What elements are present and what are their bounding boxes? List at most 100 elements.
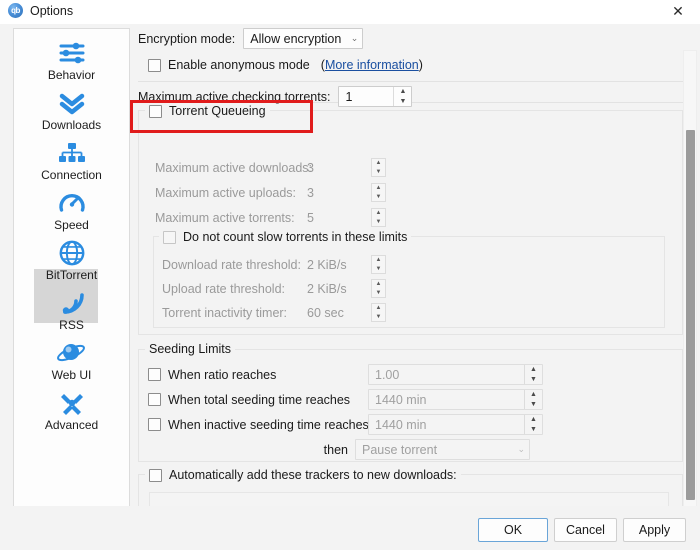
when-ratio-reaches-checkbox[interactable] [148, 368, 161, 381]
max-active-downloads-row: Maximum active downloads: 3 ▲ ▼ [155, 157, 386, 178]
inactive-seeding-time-spinbox[interactable]: 1440 min ▲ ▼ [368, 414, 543, 435]
encryption-mode-value: Allow encryption [250, 31, 342, 46]
encryption-mode-row: Encryption mode: Allow encryption ⌄ [138, 28, 364, 49]
spinner-down-icon[interactable]: ▼ [525, 375, 542, 385]
spinner-up-icon[interactable]: ▲ [525, 390, 542, 400]
qbittorrent-logo-icon: qb [8, 3, 23, 18]
tools-icon [57, 389, 87, 417]
torrent-queueing-header: Torrent Queueing [145, 104, 270, 118]
spinner-down-icon[interactable]: ▼ [372, 218, 385, 227]
max-active-downloads-spinbox[interactable]: 3 ▲ ▼ [307, 157, 386, 178]
when-ratio-reaches-row: When ratio reaches 1.00 ▲ ▼ [148, 364, 543, 385]
spinner-buttons[interactable]: ▲ ▼ [371, 279, 386, 298]
encryption-mode-label: Encryption mode: [138, 31, 236, 46]
sidebar-item-advanced[interactable]: Advanced [20, 389, 123, 437]
max-active-downloads-label: Maximum active downloads: [155, 160, 313, 175]
upload-rate-threshold-spinbox[interactable]: 2 KiB/s ▲ ▼ [307, 278, 386, 299]
spinner-down-icon[interactable]: ▼ [372, 193, 385, 202]
auto-trackers-label: Automatically add these trackers to new … [169, 468, 457, 482]
spinner-down-icon[interactable]: ▼ [525, 400, 542, 410]
sidebar-item-connection[interactable]: Connection [20, 139, 123, 187]
when-inactive-seeding-time-checkbox[interactable] [148, 418, 161, 431]
spinner-buttons[interactable]: ▲ ▼ [524, 390, 542, 409]
spinner-up-icon[interactable]: ▲ [372, 256, 385, 265]
more-information-link[interactable]: More information [325, 58, 419, 72]
settings-sidebar: Behavior Downloads Connection Speed BitT… [13, 28, 130, 530]
upload-rate-threshold-value: 2 KiB/s [307, 281, 347, 296]
max-checking-torrents-value: 1 [345, 89, 353, 104]
close-icon[interactable]: ✕ [656, 0, 700, 24]
cancel-button[interactable]: Cancel [554, 518, 617, 542]
then-action-select[interactable]: Pause torrent ⌄ [355, 439, 530, 460]
spinner-buttons[interactable]: ▲ ▼ [371, 183, 386, 202]
sidebar-item-downloads[interactable]: Downloads [20, 89, 123, 137]
sidebar-item-behavior[interactable]: Behavior [20, 39, 123, 87]
spinner-down-icon[interactable]: ▼ [372, 168, 385, 177]
spinner-up-icon[interactable]: ▲ [525, 365, 542, 375]
spinner-up-icon[interactable]: ▲ [372, 159, 385, 168]
sidebar-item-rss[interactable]: RSS [20, 289, 123, 337]
torrent-inactivity-timer-spinbox[interactable]: 60 sec ▲ ▼ [307, 302, 386, 323]
max-active-torrents-value: 5 [307, 210, 314, 225]
download-rate-threshold-spinbox[interactable]: 2 KiB/s ▲ ▼ [307, 254, 386, 275]
max-active-uploads-spinbox[interactable]: 3 ▲ ▼ [307, 182, 386, 203]
spinner-buttons[interactable]: ▲ ▼ [393, 87, 411, 106]
spinner-buttons[interactable]: ▲ ▼ [524, 415, 542, 434]
spinner-buttons[interactable]: ▲ ▼ [371, 158, 386, 177]
sidebar-item-bittorrent[interactable]: BitTorrent [20, 239, 123, 287]
spinner-up-icon[interactable]: ▲ [372, 209, 385, 218]
spinner-down-icon[interactable]: ▼ [394, 97, 411, 107]
options-dialog: qb Options ✕ Behavior Downloads Connecti… [0, 0, 700, 550]
panel-scrollbar-thumb[interactable] [686, 130, 695, 500]
ok-button[interactable]: OK [478, 518, 548, 542]
download-rate-threshold-value: 2 KiB/s [307, 257, 347, 272]
max-checking-torrents-spinbox[interactable]: 1 ▲ ▼ [338, 86, 413, 107]
encryption-mode-select[interactable]: Allow encryption ⌄ [243, 28, 364, 49]
spinner-up-icon[interactable]: ▲ [525, 415, 542, 425]
spinner-buttons[interactable]: ▲ ▼ [371, 208, 386, 227]
spinner-up-icon[interactable]: ▲ [394, 87, 411, 97]
when-total-seeding-time-label: When total seeding time reaches [168, 392, 351, 407]
torrent-queueing-checkbox[interactable] [149, 104, 162, 118]
torrent-inactivity-timer-value: 60 sec [307, 305, 344, 320]
ratio-value-spinbox[interactable]: 1.00 ▲ ▼ [368, 364, 543, 385]
when-ratio-reaches-label: When ratio reaches [168, 367, 277, 382]
upload-rate-threshold-row: Upload rate threshold: 2 KiB/s ▲ ▼ [162, 278, 386, 299]
spinner-buttons[interactable]: ▲ ▼ [524, 365, 542, 384]
spinner-buttons[interactable]: ▲ ▼ [371, 303, 386, 322]
max-active-downloads-value: 3 [307, 160, 314, 175]
auto-trackers-checkbox[interactable] [149, 468, 162, 482]
total-seeding-time-spinbox[interactable]: 1440 min ▲ ▼ [368, 389, 543, 410]
dialog-body: Behavior Downloads Connection Speed BitT… [0, 24, 700, 550]
when-total-seeding-time-checkbox[interactable] [148, 393, 161, 406]
when-total-seeding-time-row: When total seeding time reaches 1440 min… [148, 389, 543, 410]
sliders-icon [57, 39, 87, 67]
anonymous-mode-row: Enable anonymous mode (More information) [148, 58, 423, 72]
max-active-torrents-spinbox[interactable]: 5 ▲ ▼ [307, 207, 386, 228]
chevrons-down-icon [57, 89, 87, 117]
inactive-seeding-time-value: 1440 min [375, 417, 427, 432]
sidebar-item-webui[interactable]: Web UI [20, 339, 123, 387]
sidebar-item-speed[interactable]: Speed [20, 189, 123, 237]
spinner-down-icon[interactable]: ▼ [372, 313, 385, 322]
chevron-down-icon: ⌄ [350, 33, 359, 43]
spinner-down-icon[interactable]: ▼ [372, 265, 385, 274]
sidebar-item-label: Advanced [44, 418, 99, 432]
title-bar-left: qb Options [8, 3, 73, 18]
spinner-down-icon[interactable]: ▼ [525, 425, 542, 435]
apply-button[interactable]: Apply [623, 518, 686, 542]
seeding-limits-title: Seeding Limits [145, 342, 235, 356]
download-rate-threshold-label: Download rate threshold: [162, 257, 301, 272]
spinner-up-icon[interactable]: ▲ [372, 304, 385, 313]
spinner-up-icon[interactable]: ▲ [372, 280, 385, 289]
slow-torrents-checkbox[interactable] [163, 230, 176, 244]
spinner-buttons[interactable]: ▲ ▼ [371, 255, 386, 274]
spinner-up-icon[interactable]: ▲ [372, 184, 385, 193]
max-active-torrents-label: Maximum active torrents: [155, 210, 295, 225]
anonymous-mode-checkbox[interactable] [148, 58, 161, 72]
when-inactive-seeding-time-label: When inactive seeding time reaches [168, 417, 369, 432]
total-seeding-time-value: 1440 min [375, 392, 427, 407]
max-active-uploads-row: Maximum active uploads: 3 ▲ ▼ [155, 182, 386, 203]
sidebar-item-label: RSS [59, 318, 84, 332]
spinner-down-icon[interactable]: ▼ [372, 289, 385, 298]
